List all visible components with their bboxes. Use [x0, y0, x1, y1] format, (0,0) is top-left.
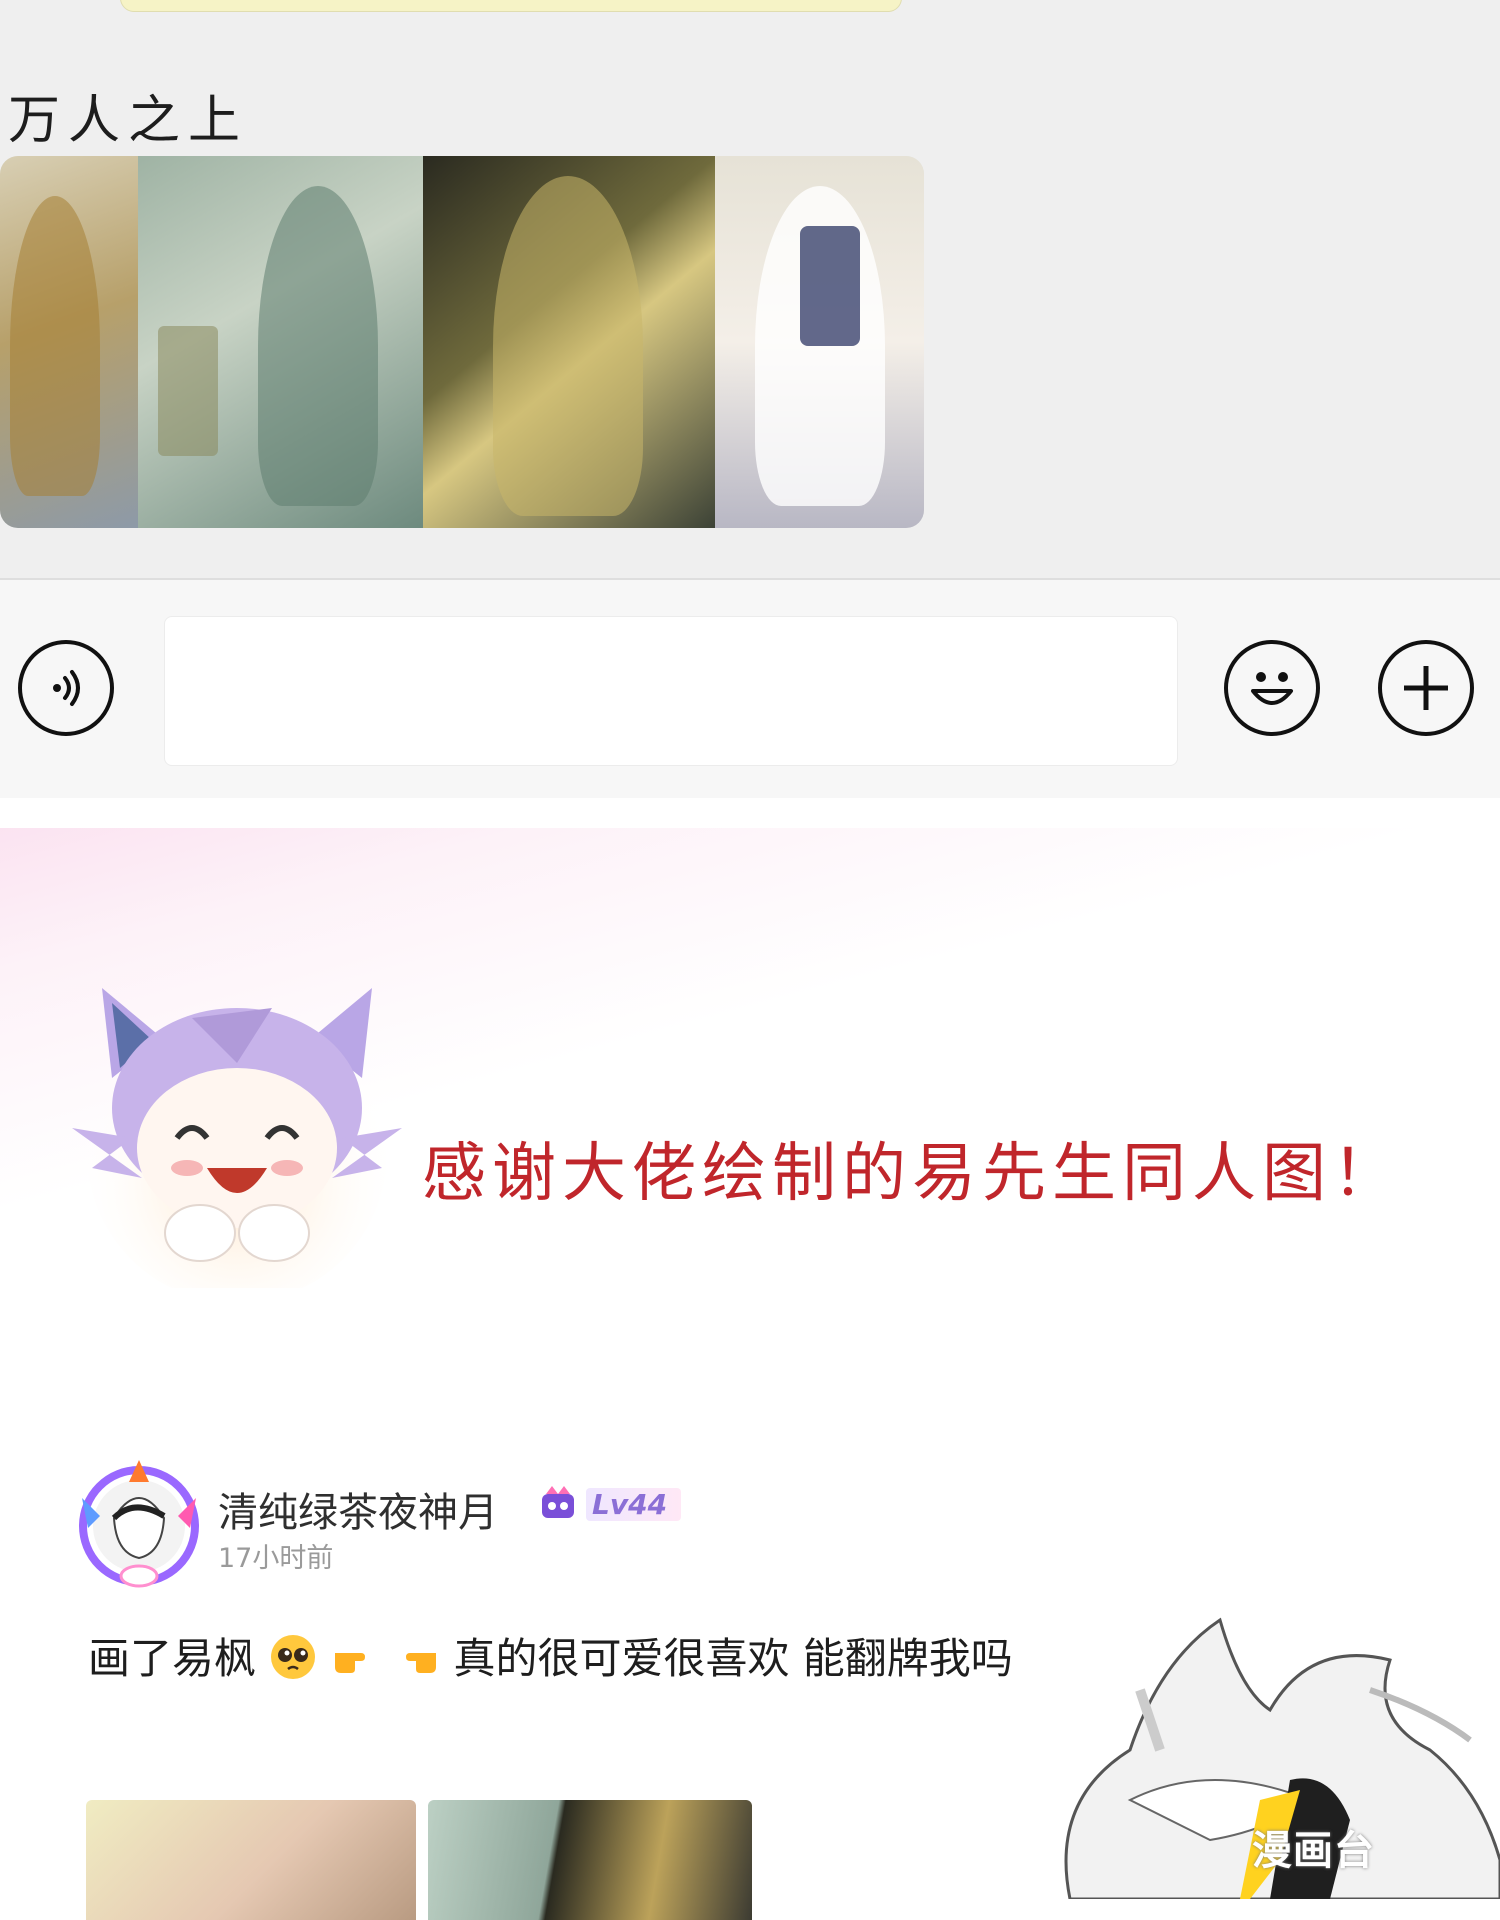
chat-caption: 万人之上 — [8, 91, 249, 151]
fanart-panel-2 — [138, 156, 423, 528]
post-image-2[interactable] — [428, 1800, 752, 1920]
chat-input-bar — [0, 578, 1500, 798]
post-image-1[interactable] — [86, 1800, 416, 1920]
pleading-face-icon — [271, 1635, 316, 1679]
plus-icon — [1404, 666, 1448, 710]
fanart-panel-4 — [715, 156, 924, 528]
post-text: 画了易枫 真的很可爱很喜欢 能翻牌我吗 — [88, 1620, 1098, 1698]
post-text-part-2: 真的很可爱很喜欢 能翻牌我吗 — [453, 1634, 1013, 1683]
level-crown-icon — [542, 1486, 574, 1518]
message-input[interactable] — [164, 616, 1178, 766]
pointing-right-hand-icon — [334, 1653, 365, 1673]
previous-image-bubble[interactable] — [120, 0, 902, 12]
smiley-icon — [1251, 672, 1293, 705]
post-image-thumbnails — [86, 1800, 752, 1920]
user-avatar[interactable] — [74, 1458, 204, 1588]
voice-button[interactable] — [18, 640, 114, 736]
fanart-image-strip[interactable] — [0, 156, 924, 528]
more-button[interactable] — [1378, 640, 1474, 736]
post-text-part-1: 画了易枫 — [88, 1634, 257, 1683]
watermark-logo: 漫画台 — [1252, 1828, 1375, 1874]
cat-girl-mascot — [72, 988, 402, 1288]
thanks-banner: 感谢大佬绘制的易先生同人图！ — [0, 828, 1420, 1288]
emoji-button[interactable] — [1224, 640, 1320, 736]
fanart-panel-3 — [423, 156, 715, 528]
level-label: Lv44 — [586, 1487, 682, 1521]
voice-icon — [53, 670, 80, 706]
level-badge: Lv44 — [536, 1484, 682, 1524]
pointing-left-hand-icon — [406, 1653, 437, 1673]
thanks-message: 感谢大佬绘制的易先生同人图！ — [422, 1137, 1402, 1211]
fanart-panel-1 — [0, 156, 138, 528]
post-timestamp: 17小时前 — [218, 1543, 334, 1574]
chat-screenshot: 万人之上 — [0, 0, 1500, 578]
username[interactable]: 清纯绿茶夜神月 — [218, 1480, 498, 1538]
